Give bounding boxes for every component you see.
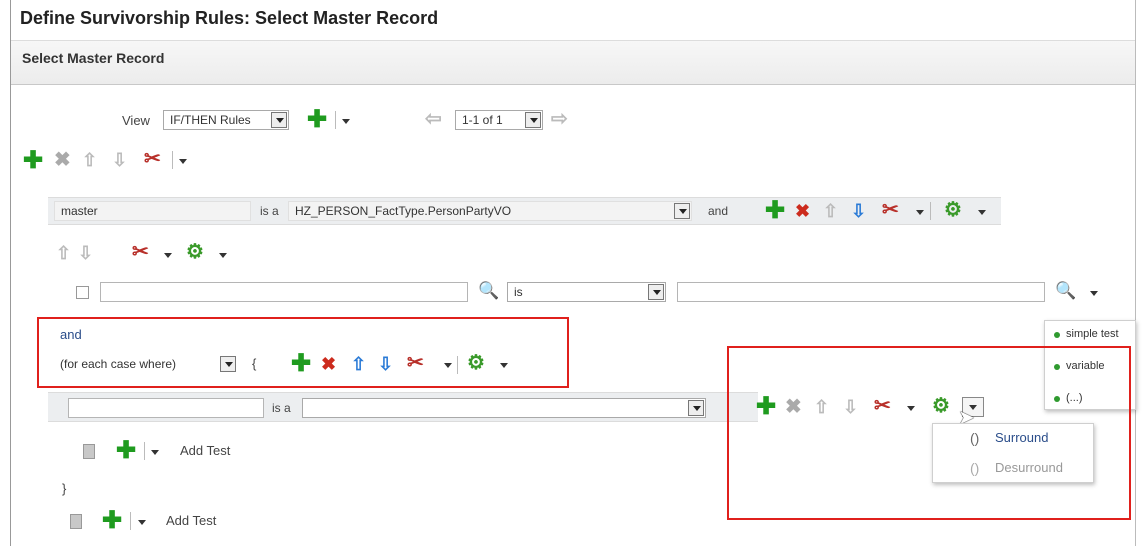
delete-icon[interactable]: ✖ bbox=[54, 150, 71, 170]
add-rule-icon[interactable]: ✚ bbox=[23, 149, 43, 173]
chevron-down-icon[interactable] bbox=[271, 112, 287, 128]
move-down-icon[interactable]: ⇩ bbox=[112, 151, 127, 169]
cut-icon[interactable]: ✂ bbox=[144, 149, 161, 169]
add-test-icon[interactable]: ✚ bbox=[102, 509, 122, 533]
open-brace: { bbox=[252, 356, 257, 371]
operator-select[interactable]: is bbox=[507, 282, 666, 302]
add-test-icon[interactable]: ✚ bbox=[116, 439, 136, 463]
dropdown-caret-icon[interactable] bbox=[500, 363, 508, 368]
pagination-select[interactable]: 1-1 of 1 bbox=[455, 110, 543, 130]
view-select[interactable]: IF/THEN Rules bbox=[163, 110, 289, 130]
dropdown-caret-icon[interactable] bbox=[978, 210, 986, 215]
add-icon[interactable]: ✚ bbox=[291, 352, 311, 376]
case-and-label: and bbox=[60, 327, 82, 342]
section-subtitle: Select Master Record bbox=[22, 50, 165, 66]
gear-icon[interactable]: ⚙ bbox=[186, 242, 204, 262]
is-a-label: is a bbox=[260, 204, 279, 218]
next-page-icon[interactable]: ⇨ bbox=[551, 109, 568, 129]
chevron-down-icon[interactable] bbox=[674, 203, 690, 219]
cut-icon[interactable]: ✂ bbox=[407, 353, 424, 373]
dropdown-caret-icon[interactable] bbox=[164, 253, 172, 258]
move-up-icon[interactable]: ⇧ bbox=[351, 355, 366, 373]
search-icon[interactable]: 🔍 bbox=[478, 282, 499, 300]
move-up-icon[interactable]: ⇧ bbox=[82, 151, 97, 169]
type-value: HZ_PERSON_FactType.PersonPartyVO bbox=[295, 204, 512, 218]
toolbar-separator bbox=[457, 356, 458, 374]
page-title: Define Survivorship Rules: Select Master… bbox=[20, 8, 439, 28]
toolbar-separator bbox=[130, 512, 131, 530]
dropdown-caret-icon[interactable] bbox=[1090, 291, 1098, 296]
field-input[interactable]: master bbox=[54, 201, 251, 221]
chevron-down-icon[interactable] bbox=[688, 400, 704, 416]
toolbar-separator bbox=[930, 202, 931, 220]
dropdown-caret-icon[interactable] bbox=[342, 119, 350, 124]
test-checkbox[interactable] bbox=[76, 286, 89, 299]
paste-icon[interactable] bbox=[83, 444, 95, 459]
case-select[interactable]: (for each case where) bbox=[56, 355, 240, 375]
subtitle-band bbox=[11, 40, 1135, 84]
toolbar-separator bbox=[335, 111, 336, 129]
field-value: master bbox=[61, 204, 98, 218]
dropdown-caret-icon[interactable] bbox=[219, 253, 227, 258]
previous-page-icon[interactable]: ⇦ bbox=[425, 109, 442, 129]
dropdown-caret-icon[interactable] bbox=[151, 450, 159, 455]
menu-item-simple-test[interactable]: simple test bbox=[1066, 328, 1119, 340]
left-operand-input[interactable] bbox=[100, 282, 468, 302]
toolbar-separator bbox=[144, 442, 145, 460]
add-test-link[interactable]: Add Test bbox=[180, 443, 230, 458]
chevron-down-icon[interactable] bbox=[220, 356, 236, 372]
section-divider bbox=[11, 84, 1135, 85]
dropdown-caret-icon[interactable] bbox=[916, 210, 924, 215]
menu-highlight-box bbox=[727, 346, 1131, 520]
bullet-icon bbox=[1054, 332, 1060, 338]
outer-add-test-link[interactable]: Add Test bbox=[166, 513, 216, 528]
move-up-icon[interactable]: ⇧ bbox=[823, 202, 838, 220]
move-up-icon[interactable]: ⇧ bbox=[56, 244, 71, 262]
operator-value: is bbox=[514, 285, 523, 299]
move-down-icon[interactable]: ⇩ bbox=[378, 355, 393, 373]
toolbar-separator bbox=[172, 151, 173, 169]
delete-icon[interactable]: ✖ bbox=[795, 202, 810, 220]
case-field-input[interactable] bbox=[68, 398, 264, 418]
case-select-value: (for each case where) bbox=[60, 357, 177, 371]
chevron-down-icon[interactable] bbox=[648, 284, 664, 300]
dropdown-caret-icon[interactable] bbox=[138, 520, 146, 525]
chevron-down-icon[interactable] bbox=[525, 112, 541, 128]
add-icon[interactable]: ✚ bbox=[765, 199, 785, 223]
view-label: View bbox=[122, 113, 150, 128]
cut-icon[interactable]: ✂ bbox=[132, 242, 149, 262]
gear-icon[interactable]: ⚙ bbox=[944, 200, 962, 220]
right-operand-input[interactable] bbox=[677, 282, 1045, 302]
move-down-icon[interactable]: ⇩ bbox=[78, 244, 93, 262]
close-brace: } bbox=[62, 481, 67, 496]
search-icon[interactable]: 🔍 bbox=[1055, 282, 1076, 300]
type-select[interactable]: HZ_PERSON_FactType.PersonPartyVO bbox=[288, 201, 692, 221]
dropdown-caret-icon[interactable] bbox=[179, 159, 187, 164]
move-down-icon[interactable]: ⇩ bbox=[851, 202, 866, 220]
gear-icon[interactable]: ⚙ bbox=[467, 353, 485, 373]
delete-all-icon[interactable]: ✖ bbox=[321, 355, 336, 373]
paste-icon[interactable] bbox=[70, 514, 82, 529]
view-select-value: IF/THEN Rules bbox=[170, 113, 251, 127]
add-icon[interactable]: ✚ bbox=[307, 108, 327, 132]
pagination-value: 1-1 of 1 bbox=[462, 113, 503, 127]
and-label: and bbox=[708, 204, 729, 218]
cut-icon[interactable]: ✂ bbox=[882, 200, 899, 220]
case-type-select[interactable] bbox=[302, 398, 706, 418]
case-is-a-label: is a bbox=[272, 401, 291, 415]
dropdown-caret-icon[interactable] bbox=[444, 363, 452, 368]
